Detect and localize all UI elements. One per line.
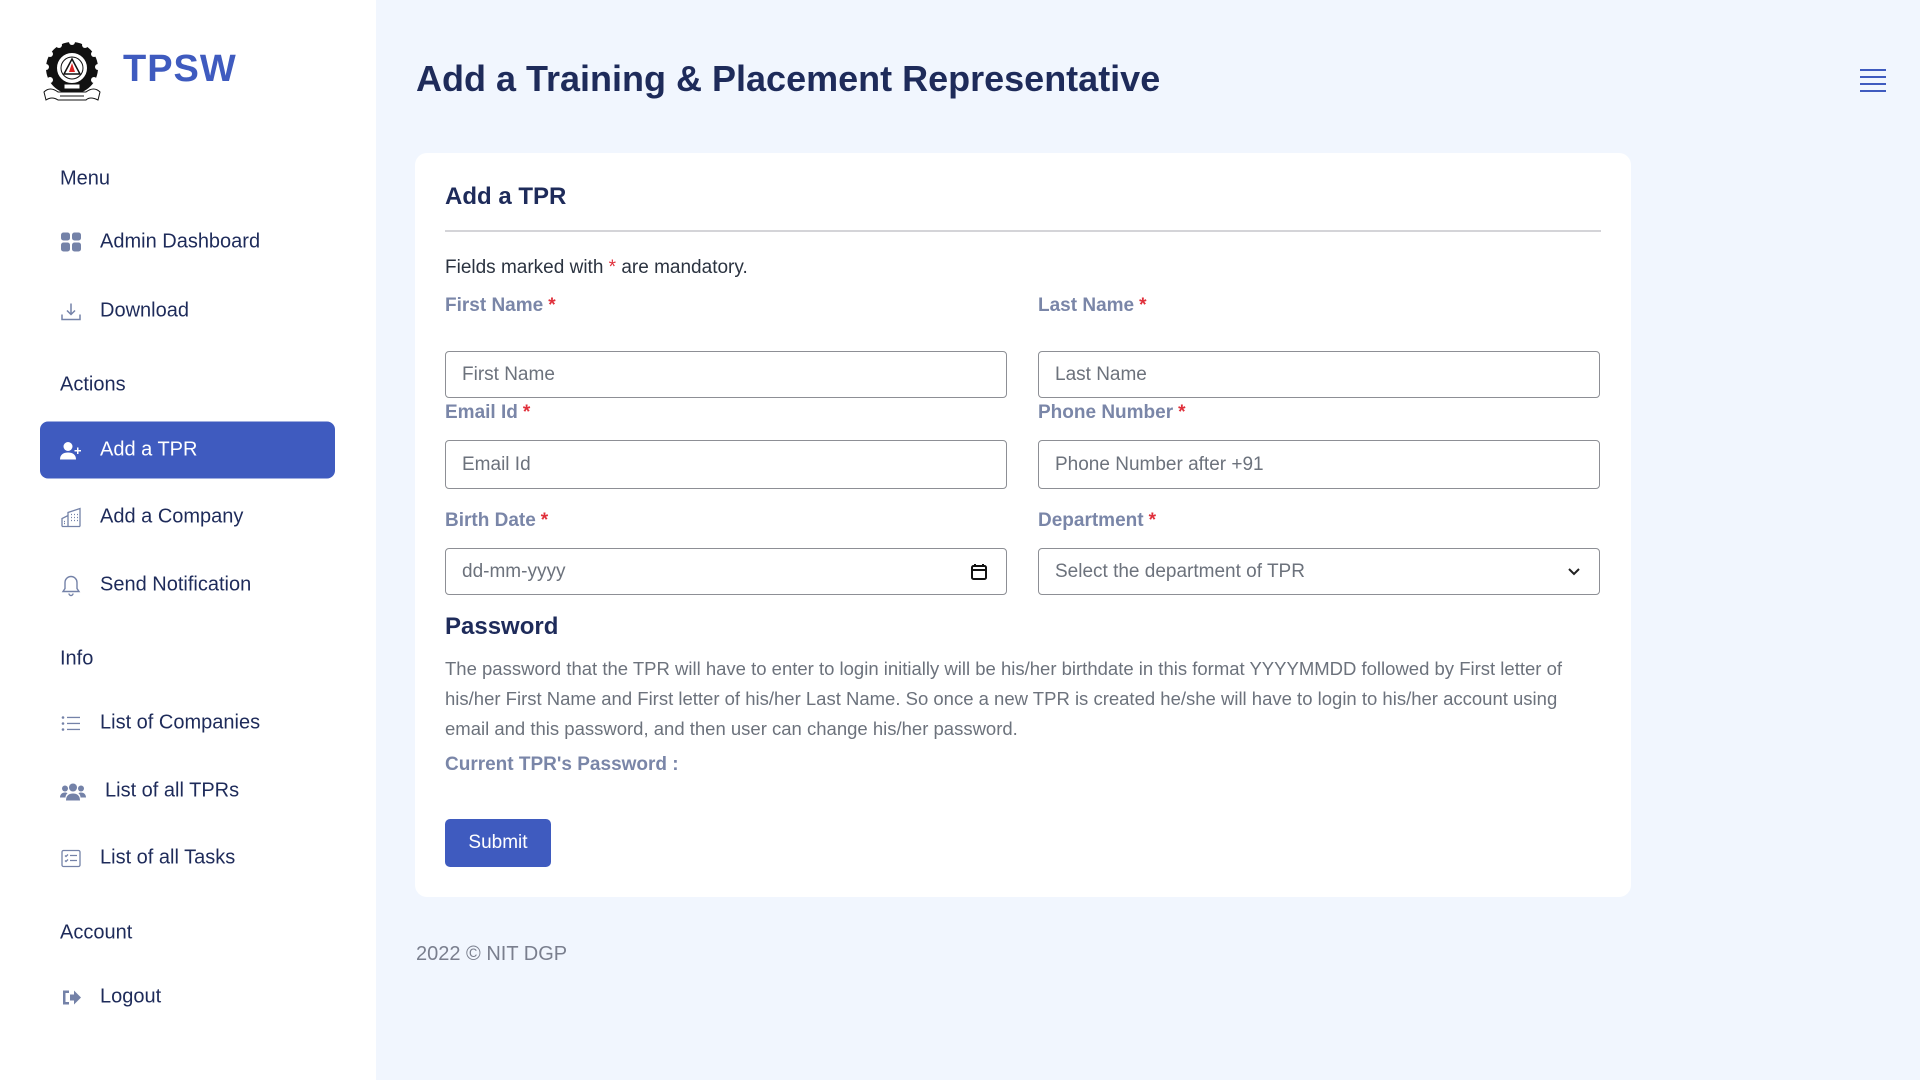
required-star: * xyxy=(540,510,549,531)
current-password-label: Current TPR's Password : xyxy=(445,754,679,776)
department-label: Department * xyxy=(1038,510,1156,532)
label-text: Last Name xyxy=(1038,295,1135,316)
required-star: * xyxy=(1178,402,1186,423)
user-plus-icon xyxy=(60,439,82,461)
nit-dgp-logo xyxy=(43,40,101,101)
sidebar-item-list-of-all-tprs[interactable]: List of all TPRs xyxy=(40,763,335,820)
email-label: Email Id * xyxy=(445,402,530,424)
add-tpr-card: Add a TPR Fields marked with * are manda… xyxy=(415,153,1631,897)
mandatory-prefix: Fields marked with xyxy=(445,257,604,278)
label-text: Birth Date xyxy=(445,510,536,531)
email-input[interactable] xyxy=(462,453,1006,476)
calendar-icon[interactable] xyxy=(970,563,988,581)
last-name-field[interactable] xyxy=(1038,351,1600,398)
last-name-input[interactable] xyxy=(1055,363,1599,386)
sidebar-item-add-tpr[interactable]: Add a TPR xyxy=(40,421,335,479)
label-text: Email Id xyxy=(445,402,518,423)
department-select[interactable]: Select the department of TPR xyxy=(1038,548,1600,595)
sidebar-item-add-company[interactable]: Add a Company xyxy=(40,489,335,546)
section-label-menu: Menu xyxy=(60,167,111,190)
submit-button[interactable]: Submit xyxy=(445,819,551,867)
bell-icon xyxy=(60,574,82,596)
divider xyxy=(445,230,1601,232)
sidebar-item-label: Add a TPR xyxy=(100,438,198,461)
sidebar-item-label: Add a Company xyxy=(100,505,244,528)
phone-input[interactable] xyxy=(1055,453,1599,476)
last-name-label: Last Name * xyxy=(1038,295,1147,317)
sidebar-item-label: Admin Dashboard xyxy=(100,230,261,253)
current-password-label-text: Current TPR's Password : xyxy=(445,754,679,775)
tasks-icon xyxy=(60,847,82,869)
sidebar-item-list-of-companies[interactable]: List of Companies xyxy=(40,695,335,752)
sidebar-item-label: Logout xyxy=(100,985,162,1008)
birth-date-placeholder: dd-mm-yyyy xyxy=(462,560,566,582)
brand-name: TPSW xyxy=(123,48,237,90)
building-icon xyxy=(60,506,82,528)
sidebar-item-label: List of Companies xyxy=(100,711,261,734)
page-title: Add a Training & Placement Representativ… xyxy=(416,58,1161,99)
required-star: * xyxy=(608,257,617,278)
label-text: Department xyxy=(1038,510,1144,531)
sidebar-item-logout[interactable]: Logout xyxy=(40,969,335,1026)
download-icon xyxy=(60,300,82,322)
birth-date-field[interactable]: dd-mm-yyyy xyxy=(445,548,1007,595)
users-icon xyxy=(60,780,86,802)
sidebar-item-label: List of all TPRs xyxy=(105,779,240,802)
password-description: The password that the TPR will have to e… xyxy=(445,658,1562,739)
sidebar: TPSW Menu Admin Dashboard Download Actio… xyxy=(0,0,376,1080)
password-heading: Password xyxy=(445,613,559,640)
birth-date-label: Birth Date * xyxy=(445,510,548,532)
first-name-field[interactable] xyxy=(445,351,1007,398)
email-field[interactable] xyxy=(445,440,1007,489)
first-name-input[interactable] xyxy=(462,363,1006,386)
required-star: * xyxy=(1139,295,1147,316)
phone-field[interactable] xyxy=(1038,440,1600,489)
grid-icon xyxy=(60,231,82,253)
mandatory-note: Fields marked with * are mandatory. xyxy=(445,257,748,279)
sidebar-item-label: Send Notification xyxy=(100,573,252,596)
sidebar-item-download[interactable]: Download xyxy=(40,283,335,340)
label-text: Phone Number xyxy=(1038,402,1174,423)
footer-copyright: 2022 © NIT DGP xyxy=(416,943,568,965)
hamburger-icon xyxy=(1860,69,1886,92)
required-star: * xyxy=(1148,510,1156,531)
first-name-label: First Name * xyxy=(445,295,556,317)
mandatory-suffix: are mandatory. xyxy=(621,257,748,278)
sidebar-item-label: List of all Tasks xyxy=(100,846,236,869)
chevron-down-icon xyxy=(1567,567,1581,577)
list-icon xyxy=(60,712,82,734)
sidebar-item-label: Download xyxy=(100,299,189,322)
sidebar-item-send-notification[interactable]: Send Notification xyxy=(40,557,335,614)
required-star: * xyxy=(548,295,556,316)
section-label-actions: Actions xyxy=(60,373,126,396)
required-star: * xyxy=(522,402,531,423)
logout-icon xyxy=(60,986,82,1008)
card-title: Add a TPR xyxy=(445,183,567,210)
section-label-info: Info xyxy=(60,647,94,670)
label-text: First Name xyxy=(445,295,544,316)
department-selected-value: Select the department of TPR xyxy=(1055,560,1305,582)
section-label-account: Account xyxy=(60,921,133,944)
hamburger-menu-button[interactable] xyxy=(1858,66,1888,94)
phone-label: Phone Number * xyxy=(1038,402,1186,424)
sidebar-item-admin-dashboard[interactable]: Admin Dashboard xyxy=(40,214,335,271)
sidebar-item-list-of-all-tasks[interactable]: List of all Tasks xyxy=(40,830,335,887)
